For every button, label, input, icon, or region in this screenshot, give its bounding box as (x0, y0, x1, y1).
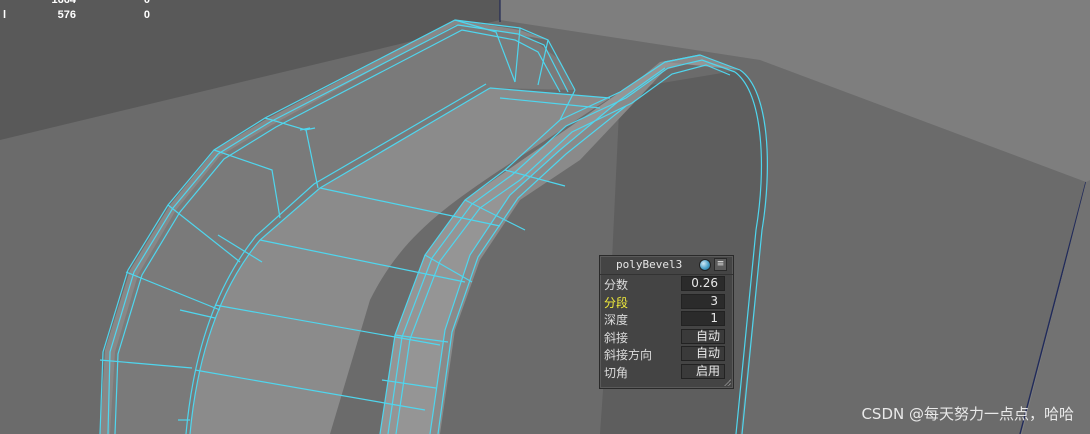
attr-label: 分段 (604, 295, 629, 310)
hud-row: 1664 0 (0, 0, 160, 9)
panel-header[interactable]: polyBevel3 ≡ (600, 256, 733, 275)
attr-value-input[interactable]: 3 (681, 293, 725, 309)
attr-row-mitering: 斜接 自动 (600, 328, 733, 346)
resize-grip[interactable] (724, 379, 731, 386)
attr-row-miter-along: 斜接方向 自动 (600, 345, 733, 363)
viewport-scene[interactable] (0, 0, 1090, 434)
hud-value-b: 0 (143, 9, 150, 21)
panel-title: polyBevel3 (616, 258, 683, 271)
hud-row: l 576 0 (0, 9, 160, 24)
globe-icon[interactable] (699, 259, 711, 271)
in-view-editor-panel[interactable]: polyBevel3 ≡ 分数 0.26 分段 3 深度 1 斜接 自动 斜接方… (599, 255, 734, 389)
attr-value-dropdown[interactable]: 自动 (681, 346, 725, 361)
attr-label: 斜接 (604, 330, 629, 345)
attr-label: 分数 (604, 278, 629, 292)
attr-label: 斜接方向 (604, 348, 653, 362)
attr-row-depth: 深度 1 (600, 310, 733, 328)
attr-value-input[interactable]: 0.26 (681, 276, 725, 291)
attr-row-chamfer: 切角 启用 (600, 363, 733, 381)
menu-icon[interactable]: ≡ (714, 258, 727, 271)
watermark: CSDN @每天努力一点点，哈哈 (861, 405, 1074, 423)
attr-label: 切角 (604, 365, 629, 380)
attr-label: 深度 (604, 313, 629, 327)
attr-row-fraction: 分数 0.26 (600, 275, 733, 293)
attr-row-segments: 分段 3 (600, 293, 733, 311)
hud-value-b: 0 (143, 0, 150, 6)
hud-stats: 1664 0 l 576 0 (0, 0, 160, 24)
3d-viewport[interactable]: 1664 0 l 576 0 polyBevel3 ≡ 分数 0.26 分段 3… (0, 0, 1090, 434)
hud-value-a: 1664 (51, 0, 76, 6)
attr-value-input[interactable]: 1 (681, 311, 725, 326)
attr-value-dropdown[interactable]: 启用 (681, 363, 725, 379)
hud-value-a: 576 (57, 9, 76, 21)
hud-marker: l (2, 9, 6, 21)
attr-value-dropdown[interactable]: 自动 (681, 328, 725, 344)
